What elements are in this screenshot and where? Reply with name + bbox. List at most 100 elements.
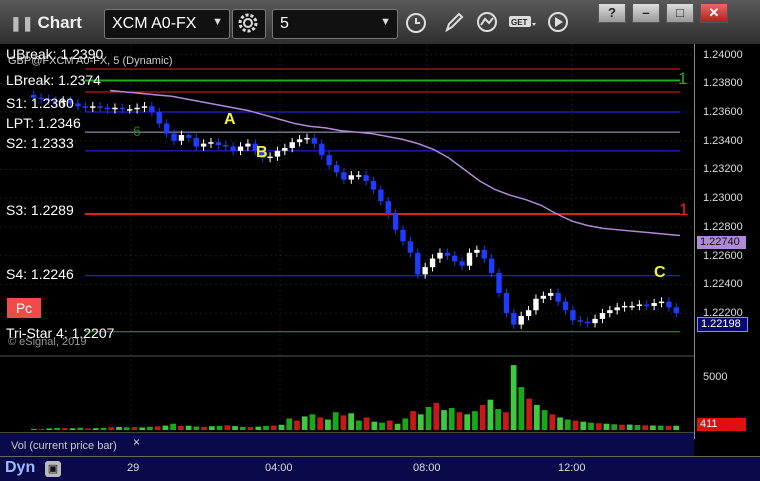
close-button[interactable]: ✕ xyxy=(700,3,728,23)
volume-bar xyxy=(278,424,285,430)
candle-body xyxy=(525,310,532,316)
volume-bar xyxy=(255,426,262,430)
candle-body xyxy=(134,107,140,110)
candle-body xyxy=(82,106,89,108)
minimize-button[interactable]: – xyxy=(632,3,660,23)
settings-button[interactable] xyxy=(232,9,266,39)
candle-body xyxy=(511,313,517,325)
volume-bar xyxy=(425,406,432,430)
volume-bar xyxy=(650,425,656,430)
candle-body xyxy=(496,272,502,293)
close-icon: ✕ xyxy=(708,5,720,20)
pc-badge[interactable]: Pc xyxy=(7,298,41,318)
time-label: 29 xyxy=(127,462,140,474)
gear-icon xyxy=(238,13,258,33)
candle-body xyxy=(584,321,591,324)
candle-body xyxy=(518,315,524,325)
get-data-button[interactable]: GET xyxy=(508,10,538,36)
time-label: 12:00 xyxy=(558,462,586,474)
candle-body xyxy=(304,137,310,140)
volume-bar xyxy=(588,422,594,430)
volume-bar xyxy=(46,428,53,430)
svg-text:GET: GET xyxy=(511,18,528,27)
volume-bar xyxy=(518,387,525,430)
price-chart[interactable]: A B C 1 1 6 xyxy=(0,44,694,432)
volume-bar xyxy=(239,426,246,430)
marker-b: B xyxy=(256,144,268,161)
clock-button[interactable] xyxy=(403,10,429,36)
chart-window: ❚❚ Chart XCM A0-FX ▼ 5 ▼ GET ? – □ ✕ A B… xyxy=(0,0,760,481)
candle-body xyxy=(141,106,148,108)
volume-bar xyxy=(580,421,587,430)
volume-bar xyxy=(301,416,308,430)
volume-bar xyxy=(139,427,146,430)
time-label: 04:00 xyxy=(265,462,293,474)
volume-bar xyxy=(371,421,378,430)
candle-body xyxy=(274,150,281,157)
candle-body xyxy=(422,267,428,275)
volume-bar xyxy=(479,404,486,430)
candle-body xyxy=(245,143,251,147)
close-icon[interactable]: × xyxy=(133,435,140,449)
marker-c: C xyxy=(654,264,666,281)
volume-bar xyxy=(564,419,571,430)
help-button[interactable]: ? xyxy=(598,3,626,23)
pages-icon[interactable]: ▣ xyxy=(45,461,61,477)
price-tick: 1.23000 xyxy=(703,192,743,205)
draw-button[interactable] xyxy=(441,10,467,36)
candle-body xyxy=(400,229,406,242)
volume-bar xyxy=(208,426,215,430)
volume-bar xyxy=(224,425,231,430)
chevron-down-icon[interactable]: ▼ xyxy=(380,16,391,28)
interval-input[interactable]: 5 ▼ xyxy=(272,9,398,39)
dynamic-mode[interactable]: Dyn xyxy=(5,459,35,477)
volume-bar xyxy=(657,425,664,430)
candle-body xyxy=(562,301,569,311)
volume-bar xyxy=(433,402,440,430)
candle-body xyxy=(474,249,480,253)
window-title: ❚❚ Chart xyxy=(10,13,82,33)
volume-bar xyxy=(611,424,618,430)
candle-body xyxy=(444,252,451,256)
candle-body xyxy=(104,107,111,110)
minimize-icon: – xyxy=(642,5,650,20)
symbol-input[interactable]: XCM A0-FX ▼ xyxy=(104,9,230,39)
candle-body xyxy=(223,145,229,147)
candle-body xyxy=(186,135,192,138)
price-tick: 1.22800 xyxy=(703,220,743,233)
candle-body xyxy=(540,295,547,299)
candle-body xyxy=(437,252,443,259)
candle-body xyxy=(651,303,657,306)
volume-bar xyxy=(557,417,563,430)
candle-body xyxy=(97,106,103,108)
drag-handle-icon[interactable]: ❚❚ xyxy=(10,15,33,31)
candle-body xyxy=(548,292,554,296)
marker-six: 6 xyxy=(133,123,141,139)
volume-bar xyxy=(123,427,130,430)
volume-bar xyxy=(309,414,316,430)
volume-bar xyxy=(417,414,424,430)
maximize-button[interactable]: □ xyxy=(666,3,694,23)
volume-bar xyxy=(533,404,540,430)
candle-body xyxy=(570,310,576,321)
candle-body xyxy=(363,175,369,181)
candle-body xyxy=(607,310,613,314)
volume-bar xyxy=(77,427,84,430)
volume-bar xyxy=(61,428,68,430)
price-axis[interactable]: 1.24000 1.23800 1.23600 1.23400 1.23200 1.230… xyxy=(694,44,760,439)
volume-bar xyxy=(603,423,610,430)
studies-button[interactable] xyxy=(475,10,501,36)
candle-body xyxy=(599,313,606,319)
play-button[interactable] xyxy=(545,10,571,36)
candle-body xyxy=(488,258,495,273)
volume-bar xyxy=(270,425,277,430)
volume-label: Vol (current price bar) xyxy=(11,440,117,452)
chevron-down-icon[interactable]: ▼ xyxy=(212,16,223,28)
candle-body xyxy=(356,175,362,177)
candle-body xyxy=(452,255,458,262)
candle-body xyxy=(636,304,643,306)
time-axis[interactable]: Dyn ▣ 29 04:00 08:00 12:00 xyxy=(0,456,760,481)
volume-bar xyxy=(572,420,579,430)
volume-bar xyxy=(162,425,169,430)
volume-bar xyxy=(92,428,99,430)
